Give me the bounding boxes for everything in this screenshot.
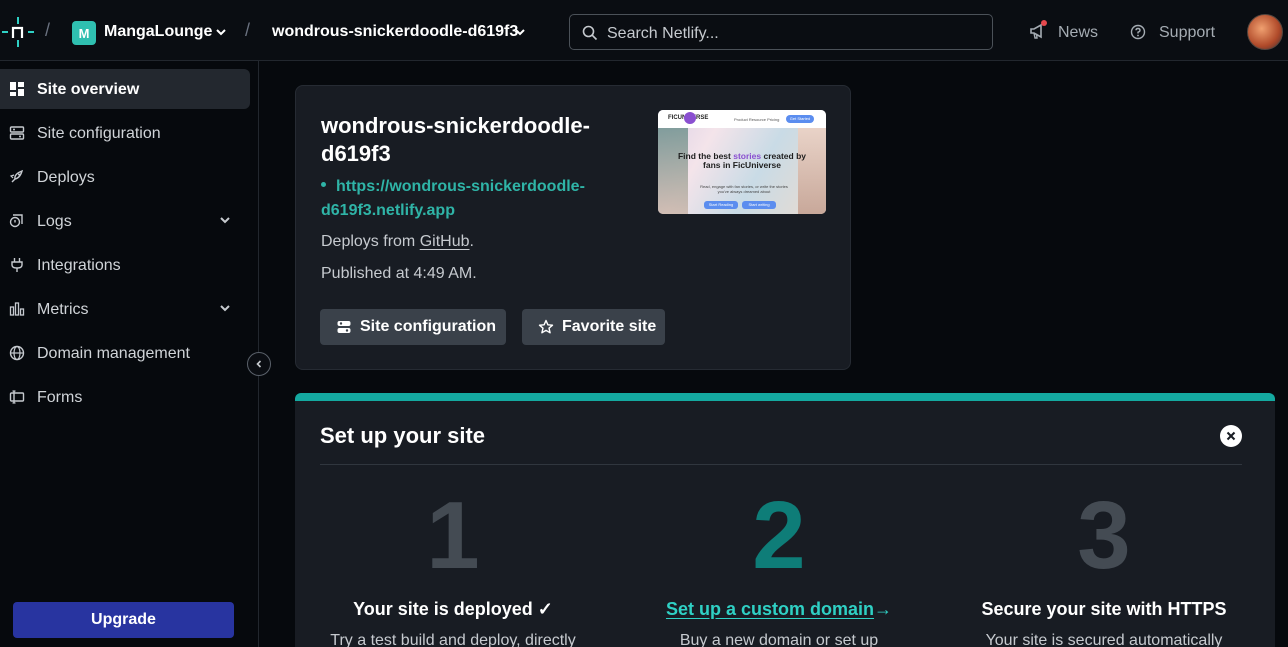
site-url-link[interactable]: https://wondrous-snickerdoodle-d619f3.ne…	[321, 175, 621, 223]
chevron-down-icon[interactable]	[215, 28, 227, 36]
published-time: Published at 4:49 AM.	[321, 265, 477, 282]
news-link[interactable]: News	[1058, 24, 1098, 42]
sidebar-item-label: Metrics	[37, 301, 89, 318]
favorite-site-button[interactable]: Favorite site	[522, 309, 665, 345]
preview-navbar: FICUNIVERSE Product Resource Pricing Get…	[658, 110, 826, 128]
sidebar-item-label: Site overview	[37, 81, 140, 98]
sidebar-item-label: Logs	[37, 213, 72, 230]
site-preview-thumbnail[interactable]: FICUNIVERSE Product Resource Pricing Get…	[658, 110, 826, 214]
star-icon	[538, 319, 554, 335]
setup-title: Set up your site	[320, 423, 486, 448]
top-bar: / M MangaLounge / wondrous-snickerdoodle…	[0, 0, 1288, 61]
settings-panel-icon	[9, 125, 25, 141]
close-icon	[1226, 431, 1236, 441]
step-number: 3	[1077, 482, 1131, 589]
rocket-icon	[9, 169, 25, 185]
step-number: 2	[752, 482, 806, 589]
support-link[interactable]: Support	[1159, 24, 1215, 42]
step-title[interactable]: Set up a custom domain	[666, 599, 874, 619]
preview-orb	[684, 112, 696, 124]
deploys-prefix: Deploys from	[321, 233, 416, 250]
sidebar-item-site-overview[interactable]: Site overview	[0, 69, 250, 109]
preview-button: Start writing	[742, 201, 776, 209]
chevron-down-icon[interactable]	[219, 216, 231, 224]
team-name[interactable]: MangaLounge	[104, 23, 212, 41]
sidebar-item-domain-management[interactable]: Domain management	[0, 333, 250, 373]
search-icon	[582, 25, 598, 41]
chevron-down-icon[interactable]	[219, 304, 231, 312]
collapse-sidebar-button[interactable]	[247, 352, 271, 376]
step-description: Your site is secured automatically	[985, 632, 1223, 647]
dashboard-icon	[9, 81, 25, 97]
button-label: Site configuration	[360, 318, 496, 335]
divider	[320, 464, 1242, 465]
deploys-suffix: .	[469, 233, 474, 250]
user-avatar[interactable]	[1247, 14, 1283, 50]
plug-icon	[9, 257, 25, 273]
sidebar-item-logs[interactable]: Logs	[0, 201, 250, 241]
step-number: 1	[426, 482, 480, 589]
forms-icon	[9, 389, 25, 405]
team-avatar[interactable]: M	[72, 21, 96, 45]
setup-step-2: 2 Set up a custom domain→ Buy a new doma…	[629, 481, 929, 647]
search-input[interactable]: Search Netlify...	[569, 14, 993, 50]
arrow-right-icon: →	[874, 599, 893, 619]
status-dot	[321, 182, 326, 188]
sidebar-item-label: Site configuration	[37, 125, 161, 142]
sidebar-item-deploys[interactable]: Deploys	[0, 157, 250, 197]
custom-domain-link[interactable]: Set up a custom domain→	[629, 599, 929, 620]
globe-icon	[9, 345, 25, 361]
github-link[interactable]: GitHub	[420, 233, 470, 250]
notification-dot	[1041, 20, 1047, 26]
step-title: Secure your site with HTTPS	[981, 599, 1227, 619]
site-overview-card: wondrous-snickerdoodle-d619f3 https://wo…	[295, 85, 851, 370]
settings-panel-icon	[336, 319, 352, 335]
logs-icon	[9, 213, 25, 229]
site-title: wondrous-snickerdoodle-d619f3	[321, 113, 590, 166]
breadcrumb-separator: /	[45, 20, 51, 40]
close-button[interactable]	[1220, 425, 1242, 447]
setup-site-card: Set up your site 1 Your site is deployed…	[295, 393, 1275, 647]
breadcrumb-separator: /	[245, 20, 251, 40]
preview-cta: Get Started	[786, 115, 814, 123]
site-url-text[interactable]: https://wondrous-snickerdoodle-d619f3.ne…	[321, 178, 585, 219]
chevron-left-icon	[254, 359, 264, 369]
chevron-down-icon[interactable]	[514, 28, 526, 36]
site-configuration-button[interactable]: Site configuration	[320, 309, 506, 345]
sidebar-item-forms[interactable]: Forms	[0, 377, 250, 417]
button-label: Favorite site	[562, 318, 657, 335]
setup-step-1: 1 Your site is deployed ✓ Try a test bui…	[303, 481, 603, 647]
upgrade-button[interactable]: Upgrade	[13, 602, 234, 638]
preview-side-image	[798, 128, 826, 214]
sidebar-item-label: Deploys	[37, 169, 95, 186]
sidebar: Site overview Site configuration Deploys…	[0, 61, 259, 647]
sidebar-item-label: Integrations	[37, 257, 121, 274]
sidebar-item-metrics[interactable]: Metrics	[0, 289, 250, 329]
help-circle-icon[interactable]	[1130, 24, 1146, 40]
sidebar-item-integrations[interactable]: Integrations	[0, 245, 250, 285]
preview-subtext: Read, engage with fan stories, or write …	[700, 184, 788, 194]
step-title: Your site is deployed ✓	[353, 599, 553, 619]
sidebar-item-label: Forms	[37, 389, 83, 406]
preview-nav-links: Product Resource Pricing	[734, 117, 780, 122]
sidebar-item-label: Domain management	[37, 345, 190, 362]
deploys-source: Deploys from GitHub.	[321, 233, 474, 251]
preview-side-image	[658, 128, 688, 214]
setup-step-3: 3 Secure your site with HTTPS Your site …	[954, 481, 1254, 647]
step-description: Try a test build and deploy, directly	[330, 632, 576, 647]
preview-button: Start Reading	[704, 201, 738, 209]
sidebar-item-site-configuration[interactable]: Site configuration	[0, 113, 250, 153]
step-description: Buy a new domain or set up	[679, 632, 879, 647]
bar-chart-icon	[9, 301, 25, 317]
site-breadcrumb[interactable]: wondrous-snickerdoodle-d619f3	[272, 23, 518, 41]
search-placeholder: Search Netlify...	[607, 25, 719, 42]
netlify-logo-icon[interactable]	[2, 17, 34, 47]
preview-headline: Find the best stories created by fans in…	[677, 151, 807, 170]
